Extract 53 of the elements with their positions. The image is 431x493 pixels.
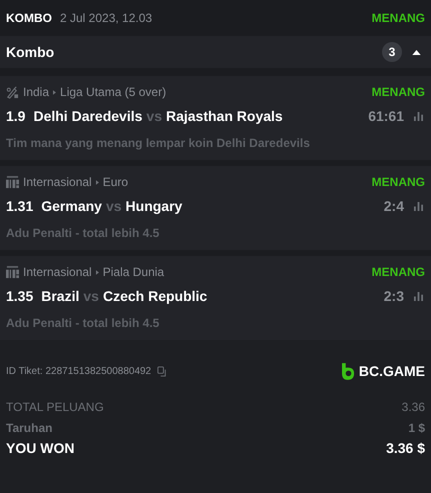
market-label: Adu Penalti - total lebih 4.5: [6, 225, 160, 242]
fifa-logo-icon: [6, 266, 19, 278]
chevron-icon: [96, 180, 99, 184]
versus-label: vs: [106, 196, 122, 216]
stats-icon[interactable]: [414, 202, 423, 210]
combo-title: Kombo: [6, 42, 54, 62]
league-label: Euro: [102, 174, 128, 191]
odds-value: 1.35: [6, 286, 34, 306]
odds-value: 1.9: [6, 106, 26, 126]
team-name: Brazil: [41, 286, 80, 306]
status-label: MENANG: [372, 264, 425, 281]
status-label: MENANG: [372, 174, 425, 191]
versus-label: vs: [146, 106, 162, 126]
fifa-logo-icon: [6, 176, 19, 188]
chevron-icon: [96, 270, 99, 274]
score-value: 2:4: [384, 196, 404, 216]
country-label: India: [23, 84, 50, 101]
cricket-icon: [6, 86, 19, 98]
market-label: Tim mana yang menang lempar koin Delhi Daredevils: [6, 135, 311, 152]
count-badge: 3: [382, 42, 402, 62]
chevron-icon: [53, 90, 56, 94]
stats-icon[interactable]: [414, 112, 423, 120]
country-label: Internasional: [23, 174, 92, 191]
summary-label: Taruhan: [6, 420, 52, 436]
bet-date: 2 Jul 2023, 12.03: [60, 10, 152, 27]
team-name: Czech Republic: [102, 286, 208, 306]
status-label: MENANG: [372, 10, 425, 27]
bet-type: KOMBO: [6, 10, 52, 27]
country-label: Internasional: [23, 264, 92, 281]
brand-logo-icon: [342, 362, 355, 380]
brand-name: BC.GAME: [358, 362, 425, 380]
team-name: Delhi Daredevils: [33, 106, 142, 126]
summary-label: YOU WON: [6, 439, 74, 458]
team-name: Hungary: [126, 196, 182, 216]
summary-value: 1 $: [408, 420, 425, 436]
stats-icon[interactable]: [414, 292, 423, 300]
league-label: Liga Utama (5 over): [60, 84, 166, 101]
team-name: Germany: [41, 196, 102, 216]
status-label: MENANG: [372, 84, 425, 101]
copy-icon[interactable]: [157, 366, 168, 376]
ticket-id: ID Tiket: 2287151382500880492: [6, 364, 152, 378]
score-value: 2:3: [384, 286, 404, 306]
combo-header[interactable]: Kombo 3: [0, 36, 431, 68]
summary-value: 3.36: [402, 398, 425, 416]
score-value: 61:61: [368, 106, 404, 126]
market-label: Adu Penalti - total lebih 4.5: [6, 315, 160, 332]
summary-label: TOTAL PELUANG: [6, 398, 104, 416]
odds-value: 1.31: [6, 196, 34, 216]
caret-icon[interactable]: [412, 50, 421, 54]
team-name: Rajasthan Royals: [166, 106, 283, 126]
summary-value: 3.36 $: [386, 439, 425, 458]
league-label: Piala Dunia: [102, 264, 164, 281]
versus-label: vs: [83, 286, 99, 306]
